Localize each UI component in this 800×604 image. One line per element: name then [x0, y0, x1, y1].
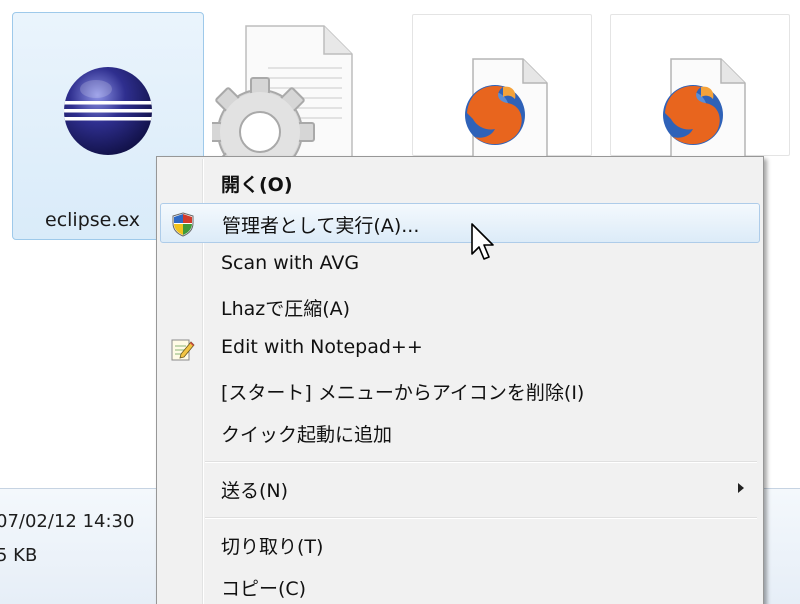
notepad-icon: [169, 336, 195, 362]
menu-item-label: クイック起動に追加: [221, 424, 393, 446]
menu-item-label: 送る(N): [221, 480, 289, 502]
menu-item-label: Edit with Notepad++: [221, 336, 423, 358]
menu-separator: [205, 517, 757, 519]
menu-item-label: 切り取り(T): [221, 536, 324, 558]
menu-item-label: Lhazで圧縮(A): [221, 298, 351, 320]
submenu-arrow-icon: [738, 483, 744, 493]
menu-item-label: Scan with AVG: [221, 252, 360, 274]
file-name: eclipse.ex: [45, 209, 140, 231]
explorer-window: eclipse.ex 07/02/12 14:30 5 KB 開く(O) 管理者…: [0, 0, 800, 604]
firefox-document-icon: [451, 57, 555, 158]
menu-item-run-as-admin[interactable]: 管理者として実行(A)...: [160, 203, 760, 243]
menu-item-scan-avg[interactable]: Scan with AVG: [160, 245, 760, 285]
menu-item-label: 管理者として実行(A)...: [222, 215, 420, 237]
menu-item-send-to[interactable]: 送る(N): [160, 469, 760, 509]
menu-item-label: [スタート] メニューからアイコンを削除(I): [221, 382, 585, 404]
menu-item-edit-notepad[interactable]: Edit with Notepad++: [160, 329, 760, 369]
menu-separator: [205, 461, 757, 463]
menu-item-open[interactable]: 開く(O): [160, 163, 760, 203]
file-item-firefox-2[interactable]: [610, 14, 790, 158]
settings-file-icon: [205, 20, 372, 187]
menu-item-add-quick-launch[interactable]: クイック起動に追加: [160, 413, 760, 453]
uac-shield-icon: [170, 211, 196, 237]
date-modified: 07/02/12 14:30: [0, 511, 135, 532]
context-menu: 開く(O) 管理者として実行(A)... Scan with AVG Lhazで…: [156, 156, 764, 604]
menu-item-copy[interactable]: コピー(C): [160, 567, 760, 604]
menu-item-lhaz-compress[interactable]: Lhazで圧縮(A): [160, 287, 760, 327]
eclipse-icon: [56, 59, 160, 163]
menu-item-remove-from-start[interactable]: [スタート] メニューからアイコンを削除(I): [160, 371, 760, 411]
file-item-config[interactable]: [205, 12, 376, 187]
file-item-firefox-1[interactable]: [412, 14, 592, 158]
firefox-document-icon: [649, 57, 753, 158]
menu-item-cut[interactable]: 切り取り(T): [160, 525, 760, 565]
menu-item-label: コピー(C): [221, 578, 307, 600]
menu-item-label: 開く(O): [221, 174, 293, 196]
mouse-cursor-icon: [470, 222, 496, 262]
file-size: 5 KB: [0, 545, 38, 566]
